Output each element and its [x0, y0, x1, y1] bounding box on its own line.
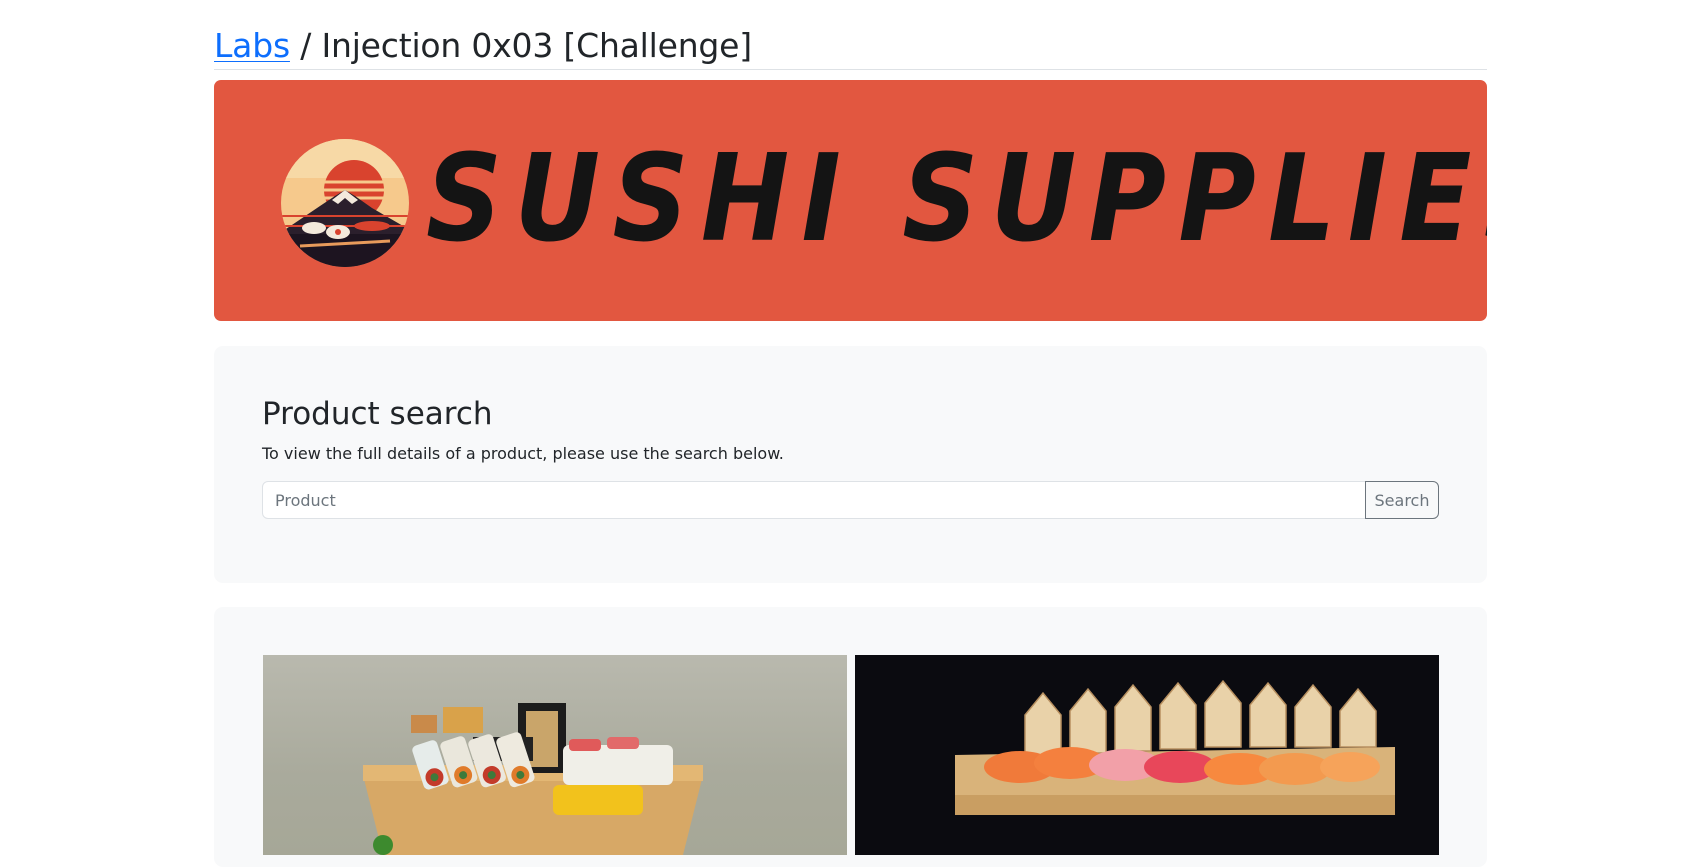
product-image-nigiri-board[interactable] [855, 655, 1439, 855]
nigiri-board-image [955, 679, 1395, 815]
product-image-sushi-platter[interactable] [263, 655, 847, 855]
hero-banner: SUSHI SUPPLIES [214, 80, 1487, 321]
search-description: To view the full details of a product, p… [262, 444, 784, 463]
search-title: Product search [262, 396, 493, 432]
page-title: Labs / Injection 0x03 [Challenge] [214, 0, 1487, 70]
product-search-input[interactable] [262, 481, 1366, 519]
search-form: Search [262, 481, 1439, 519]
search-button[interactable]: Search [1365, 481, 1439, 519]
breadcrumb-current: / Injection 0x03 [Challenge] [289, 26, 752, 65]
products-card [214, 607, 1487, 867]
breadcrumb-labs-link[interactable]: Labs [214, 26, 290, 65]
main-container: Labs / Injection 0x03 [Challenge] SUSHI … [214, 0, 1487, 867]
product-search-card: Product search To view the full details … [214, 346, 1487, 583]
brand-wordmark: SUSHI SUPPLIES [426, 130, 1487, 269]
sushi-logo-icon [281, 139, 409, 267]
sushi-platter-image [363, 703, 703, 855]
